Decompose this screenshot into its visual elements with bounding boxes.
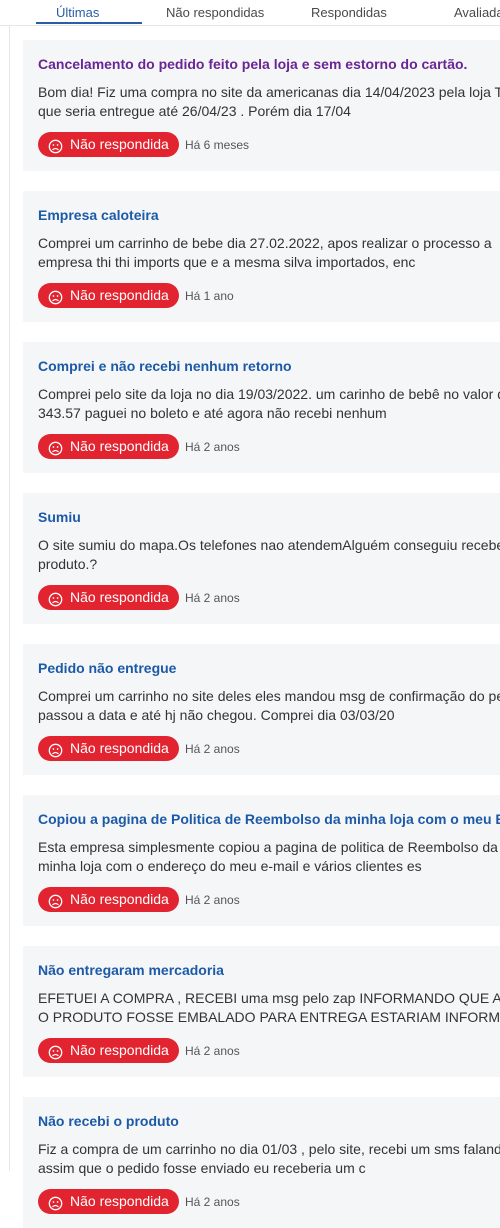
sad-face-icon [48,741,63,758]
status-badge: Não respondida [38,585,179,610]
complaint-title[interactable]: Não recebi o produto [38,1113,179,1129]
active-tab-indicator [36,22,142,24]
excerpt-line: assim que o pedido fosse enviado eu rece… [38,1160,366,1176]
complaint-card[interactable]: Não entregaram mercadoria EFETUEI A COMPR… [23,946,500,1077]
complaint-card[interactable]: Sumiu O site sumiu do mapa.Os telefones n… [23,493,500,624]
complaint-card[interactable]: Copiou a pagina de Politica de Reembolso… [23,795,500,926]
complaint-card[interactable]: Não recebi o produto Fiz a compra de um c… [23,1097,500,1228]
tab-bar: Últimas Não respondidas Respondidas Aval… [0,0,500,26]
complaint-title[interactable]: Sumiu [38,509,81,525]
excerpt-line: O PRODUTO FOSSE EMBALADO PARA ENTREGA ES… [38,1009,500,1025]
complaint-title[interactable]: Pedido não entregue [38,660,176,676]
status-label: Não respondida [70,1042,169,1058]
excerpt-line: Bom dia! Fiz uma compra no site da ameri… [38,84,500,100]
complaint-excerpt: Comprei pelo site da loja no dia 19/03/2… [38,385,500,423]
time-ago: Há 2 anos [185,742,240,756]
complaint-title[interactable]: Comprei e não recebi nenhum retorno [38,358,292,374]
sad-face-icon [48,137,63,154]
time-ago: Há 2 anos [185,1195,240,1209]
tab-respondidas[interactable]: Respondidas [311,5,387,20]
complaint-card[interactable]: Empresa caloteira Comprei um carrinho de … [23,191,500,322]
status-label: Não respondida [70,438,169,454]
excerpt-line: minha loja com o endereço do meu e-mail … [38,858,422,874]
status-label: Não respondida [70,136,169,152]
time-ago: Há 2 anos [185,1044,240,1058]
complaint-excerpt: Fiz a compra de um carrinho no dia 01/03… [38,1140,500,1178]
sad-face-icon [48,892,63,909]
excerpt-line: EFETUEI A COMPRA , RECEBI uma msg pelo z… [38,990,500,1006]
complaint-title[interactable]: Copiou a pagina de Politica de Reembolso… [38,811,500,827]
sad-face-icon [48,288,63,305]
status-label: Não respondida [70,1193,169,1209]
time-ago: Há 2 anos [185,893,240,907]
sad-face-icon [48,1043,63,1060]
status-badge: Não respondida [38,132,179,157]
complaint-excerpt: Esta empresa simplesmente copiou a pagin… [38,838,500,876]
sad-face-icon [48,590,63,607]
excerpt-line: 343.57 paguei no boleto e até agora não … [38,405,387,421]
status-label: Não respondida [70,891,169,907]
time-ago: Há 1 ano [185,289,234,303]
complaint-excerpt: Bom dia! Fiz uma compra no site da ameri… [38,83,500,121]
excerpt-line: que seria entregue até 26/04/23 . Porém … [38,103,351,119]
excerpt-line: Comprei um carrinho de bebe dia 27.02.20… [38,235,492,251]
complaint-card[interactable]: Cancelamento do pedido feito pela loja e… [23,40,500,171]
complaint-excerpt: EFETUEI A COMPRA , RECEBI uma msg pelo z… [38,989,500,1027]
sad-face-icon [48,439,63,456]
excerpt-line: Esta empresa simplesmente copiou a pagin… [38,839,498,855]
complaint-card[interactable]: Pedido não entregue Comprei um carrinho n… [23,644,500,775]
status-badge: Não respondida [38,1189,179,1214]
excerpt-line: produto.? [38,556,98,572]
complaint-card[interactable]: Comprei e não recebi nenhum retorno Compr… [23,342,500,473]
status-badge: Não respondida [38,434,179,459]
excerpt-line: passou a data e até hj não chegou. Compr… [38,707,395,723]
excerpt-line: Comprei um carrinho no site deles eles m… [38,688,500,704]
tab-avaliadas[interactable]: Avaliadas [454,5,500,20]
tab-nao-respondidas[interactable]: Não respondidas [166,5,264,20]
complaint-title[interactable]: Não entregaram mercadoria [38,962,224,978]
time-ago: Há 2 anos [185,440,240,454]
time-ago: Há 6 meses [185,138,250,152]
complaint-title[interactable]: Empresa caloteira [38,207,159,223]
excerpt-line: O site sumiu do mapa.Os telefones nao at… [38,537,500,553]
excerpt-line: empresa thi thi imports que e a mesma si… [38,254,416,270]
status-badge: Não respondida [38,887,179,912]
status-badge: Não respondida [38,1038,179,1063]
status-label: Não respondida [70,287,169,303]
excerpt-line: Fiz a compra de um carrinho no dia 01/03… [38,1141,500,1157]
status-badge: Não respondida [38,283,179,308]
status-label: Não respondida [70,589,169,605]
complaint-excerpt: Comprei um carrinho no site deles eles m… [38,687,500,725]
divider [9,26,10,1171]
complaint-excerpt: Comprei um carrinho de bebe dia 27.02.20… [38,234,500,272]
complaint-title[interactable]: Cancelamento do pedido feito pela loja e… [38,56,467,72]
excerpt-line: Comprei pelo site da loja no dia 19/03/2… [38,386,500,402]
time-ago: Há 2 anos [185,591,240,605]
tab-ultimas[interactable]: Últimas [56,5,99,20]
sad-face-icon [48,1194,63,1211]
status-label: Não respondida [70,740,169,756]
complaint-excerpt: O site sumiu do mapa.Os telefones nao at… [38,536,500,574]
status-badge: Não respondida [38,736,179,761]
